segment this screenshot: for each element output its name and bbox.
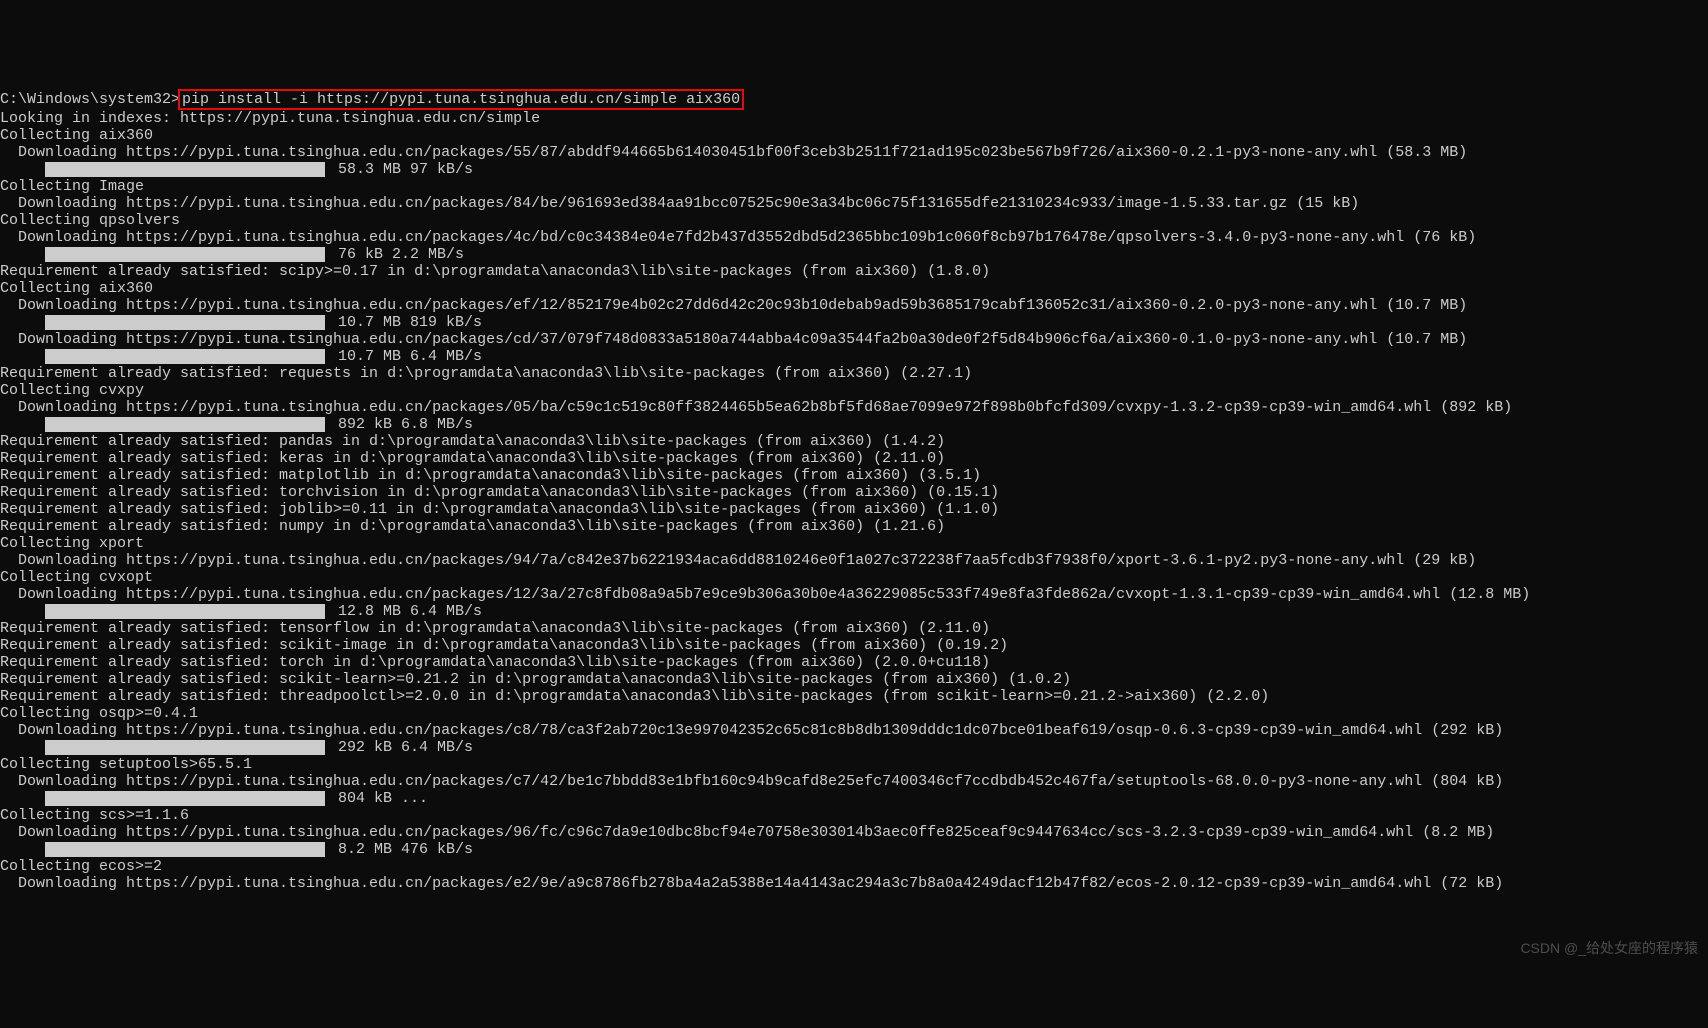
progress-text: 804 kB ... (329, 790, 428, 807)
progress-bar (45, 315, 325, 330)
progress-bar (45, 740, 325, 755)
output-line: Requirement already satisfied: requests … (0, 365, 1708, 382)
output-line: Collecting cvxpy (0, 382, 1708, 399)
output-line: 10.7 MB 819 kB/s (0, 314, 1708, 331)
output-line: Collecting xport (0, 535, 1708, 552)
output-line: Requirement already satisfied: matplotli… (0, 467, 1708, 484)
output-line: Downloading https://pypi.tuna.tsinghua.e… (0, 229, 1708, 246)
output-line: Downloading https://pypi.tuna.tsinghua.e… (0, 875, 1708, 892)
watermark-text: CSDN @_给处女座的程序猿 (1520, 940, 1698, 957)
progress-text: 10.7 MB 819 kB/s (329, 314, 482, 331)
progress-text: 892 kB 6.8 MB/s (329, 416, 473, 433)
output-line: Requirement already satisfied: scikit-le… (0, 671, 1708, 688)
output-line: Collecting qpsolvers (0, 212, 1708, 229)
progress-bar (45, 791, 325, 806)
output-line: Collecting Image (0, 178, 1708, 195)
output-line: Looking in indexes: https://pypi.tuna.ts… (0, 110, 1708, 127)
progress-text: 10.7 MB 6.4 MB/s (329, 348, 482, 365)
progress-text: 76 kB 2.2 MB/s (329, 246, 464, 263)
output-line: Downloading https://pypi.tuna.tsinghua.e… (0, 586, 1708, 603)
output-line: Requirement already satisfied: keras in … (0, 450, 1708, 467)
output-line: Collecting osqp>=0.4.1 (0, 705, 1708, 722)
output-line: Collecting aix360 (0, 280, 1708, 297)
output-line: Requirement already satisfied: pandas in… (0, 433, 1708, 450)
output-line: Downloading https://pypi.tuna.tsinghua.e… (0, 722, 1708, 739)
progress-text: 58.3 MB 97 kB/s (329, 161, 473, 178)
prompt-prefix: C:\Windows\system32> (0, 91, 180, 108)
output-line: Collecting setuptools>65.5.1 (0, 756, 1708, 773)
output-line: 12.8 MB 6.4 MB/s (0, 603, 1708, 620)
output-line: Downloading https://pypi.tuna.tsinghua.e… (0, 195, 1708, 212)
output-line: 10.7 MB 6.4 MB/s (0, 348, 1708, 365)
progress-text: 12.8 MB 6.4 MB/s (329, 603, 482, 620)
progress-text: 8.2 MB 476 kB/s (329, 841, 473, 858)
progress-bar (45, 162, 325, 177)
output-line: Downloading https://pypi.tuna.tsinghua.e… (0, 297, 1708, 314)
output-line: Downloading https://pypi.tuna.tsinghua.e… (0, 824, 1708, 841)
output-line: Collecting cvxopt (0, 569, 1708, 586)
progress-bar (45, 604, 325, 619)
output-line: 76 kB 2.2 MB/s (0, 246, 1708, 263)
output-line: Requirement already satisfied: numpy in … (0, 518, 1708, 535)
output-line: Requirement already satisfied: torchvisi… (0, 484, 1708, 501)
command-highlight: pip install -i https://pypi.tuna.tsinghu… (178, 89, 744, 110)
output-line: Downloading https://pypi.tuna.tsinghua.e… (0, 552, 1708, 569)
progress-text: 292 kB 6.4 MB/s (329, 739, 473, 756)
progress-bar (45, 842, 325, 857)
output-line: Downloading https://pypi.tuna.tsinghua.e… (0, 144, 1708, 161)
progress-bar (45, 417, 325, 432)
output-line: Requirement already satisfied: torch in … (0, 654, 1708, 671)
output-line: 8.2 MB 476 kB/s (0, 841, 1708, 858)
output-line: 58.3 MB 97 kB/s (0, 161, 1708, 178)
output-line: Downloading https://pypi.tuna.tsinghua.e… (0, 399, 1708, 416)
output-lines: Looking in indexes: https://pypi.tuna.ts… (0, 110, 1708, 892)
output-line: Requirement already satisfied: scikit-im… (0, 637, 1708, 654)
output-line: Requirement already satisfied: joblib>=0… (0, 501, 1708, 518)
output-line: 292 kB 6.4 MB/s (0, 739, 1708, 756)
output-line: Downloading https://pypi.tuna.tsinghua.e… (0, 773, 1708, 790)
output-line: Requirement already satisfied: scipy>=0.… (0, 263, 1708, 280)
terminal-output[interactable]: C:\Windows\system32>pip install -i https… (0, 68, 1708, 909)
output-line: Requirement already satisfied: tensorflo… (0, 620, 1708, 637)
progress-bar (45, 247, 325, 262)
output-line: 804 kB ... (0, 790, 1708, 807)
output-line: Collecting ecos>=2 (0, 858, 1708, 875)
output-line: 892 kB 6.8 MB/s (0, 416, 1708, 433)
output-line: Requirement already satisfied: threadpoo… (0, 688, 1708, 705)
progress-bar (45, 349, 325, 364)
command-line: C:\Windows\system32>pip install -i https… (0, 91, 744, 108)
output-line: Downloading https://pypi.tuna.tsinghua.e… (0, 331, 1708, 348)
output-line: Collecting aix360 (0, 127, 1708, 144)
output-line: Collecting scs>=1.1.6 (0, 807, 1708, 824)
